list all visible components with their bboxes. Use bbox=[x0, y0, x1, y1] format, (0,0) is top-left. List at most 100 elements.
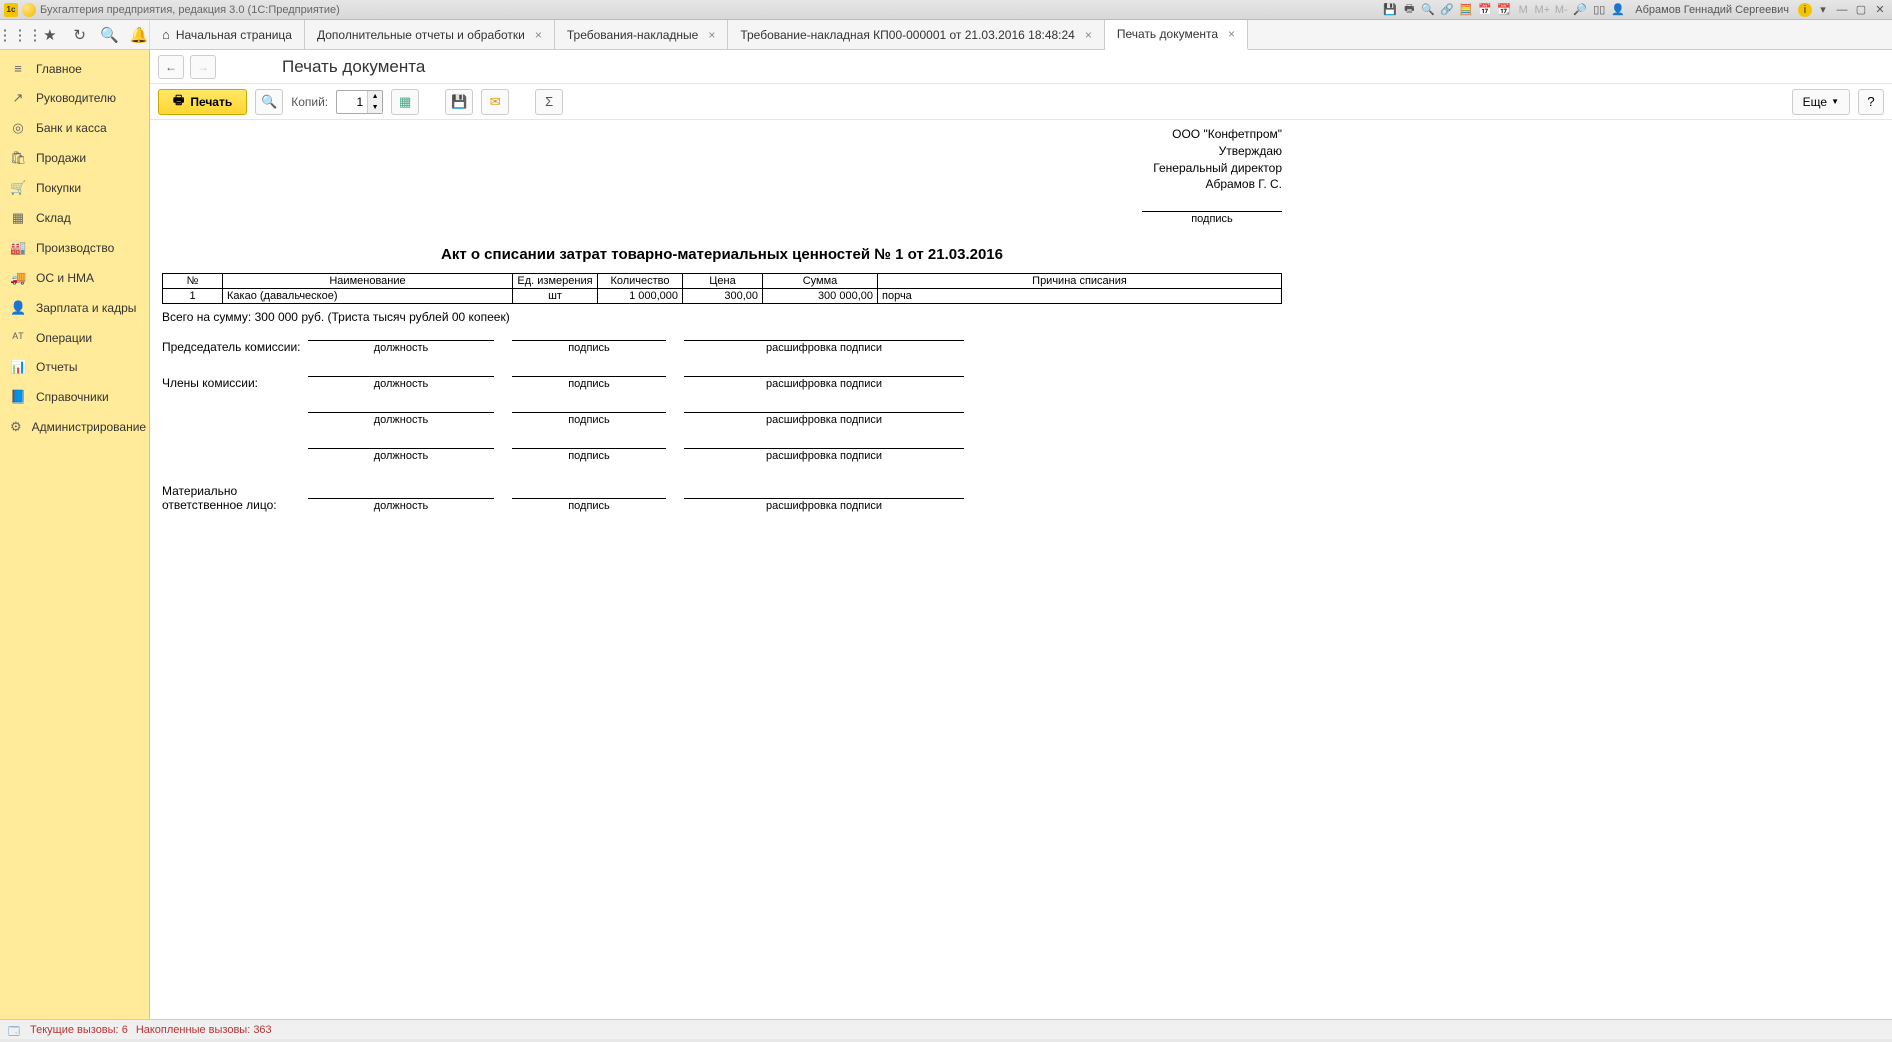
tabbar: ⋮⋮⋮ ★ ↻ 🔍 🔔 ⌂Начальная страницаДополните… bbox=[0, 20, 1892, 50]
chairman-label: Председатель комиссии: bbox=[162, 340, 308, 354]
titlebar: 1c Бухгалтерия предприятия, редакция 3.0… bbox=[0, 0, 1892, 20]
tab[interactable]: Дополнительные отчеты и обработки × bbox=[305, 20, 555, 49]
history-icon[interactable]: ↻ bbox=[70, 25, 90, 45]
star-icon[interactable]: ★ bbox=[40, 25, 60, 45]
close-icon[interactable]: × bbox=[708, 28, 715, 42]
table-row: 1Какао (давальческое)шт1 000,000300,0030… bbox=[163, 288, 1282, 303]
m3-icon[interactable]: M- bbox=[1553, 2, 1569, 18]
close-window-icon[interactable]: ✕ bbox=[1872, 2, 1888, 18]
sidebar-icon: ⚙ bbox=[10, 419, 22, 435]
minimize-icon[interactable]: — bbox=[1834, 2, 1850, 18]
doc-person: Абрамов Г. С. bbox=[162, 176, 1282, 193]
sidebar-item[interactable]: ≡Главное bbox=[0, 54, 149, 83]
members-label: Члены комиссии: bbox=[162, 376, 308, 390]
sidebar-label: Зарплата и кадры bbox=[36, 301, 136, 315]
sidebar-item[interactable]: 👤 Зарплата и кадры bbox=[0, 293, 149, 323]
status-calls: Текущие вызовы: 6 bbox=[30, 1024, 128, 1036]
spin-down-icon[interactable]: ▼ bbox=[368, 102, 382, 113]
search-icon[interactable]: 🔍 bbox=[100, 25, 120, 45]
th-price: Цена bbox=[683, 273, 763, 288]
content: ← → Печать документа 🖶 Печать 🔍 Копий: ▲… bbox=[150, 50, 1892, 1019]
save-icon[interactable]: 💾 bbox=[1382, 2, 1398, 18]
home-icon: ⌂ bbox=[162, 27, 170, 42]
link-icon[interactable]: 🔗 bbox=[1439, 2, 1455, 18]
bell-icon[interactable]: 🔔 bbox=[129, 25, 149, 45]
sidebar-item[interactable]: 📘Справочники bbox=[0, 382, 149, 412]
app-title: Бухгалтерия предприятия, редакция 3.0 (1… bbox=[40, 4, 340, 16]
doc-approve: Утверждаю bbox=[162, 143, 1282, 160]
calc-icon[interactable]: 🧮 bbox=[1458, 2, 1474, 18]
th-name: Наименование bbox=[223, 273, 513, 288]
close-icon[interactable]: × bbox=[1085, 28, 1092, 42]
sidebar-item[interactable]: 🚚ОС и НМА bbox=[0, 263, 149, 293]
m2-icon[interactable]: M+ bbox=[1534, 2, 1550, 18]
document-area[interactable]: ООО "Конфетпром" Утверждаю Генеральный д… bbox=[150, 120, 1892, 1019]
user-name[interactable]: Абрамов Геннадий Сергеевич bbox=[1635, 4, 1789, 16]
sidebar-item[interactable]: ▦Склад bbox=[0, 203, 149, 233]
tab[interactable]: Печать документа× bbox=[1105, 20, 1248, 50]
sidebar-item[interactable]: ᴬᵀОперации bbox=[0, 323, 149, 352]
th-reason: Причина списания bbox=[878, 273, 1282, 288]
sidebar-label: Администрирование bbox=[32, 420, 146, 434]
m-icon[interactable]: M bbox=[1515, 2, 1531, 18]
tab[interactable]: ⌂Начальная страница bbox=[150, 20, 305, 49]
sidebar-item[interactable]: 🛍 Продажи bbox=[0, 143, 149, 173]
spin-up-icon[interactable]: ▲ bbox=[368, 91, 382, 102]
date-icon[interactable]: 📆 bbox=[1496, 2, 1512, 18]
sidebar-icon: ≡ bbox=[10, 61, 26, 76]
tab[interactable]: Требования-накладные × bbox=[555, 20, 728, 49]
sidebar-icon: 🏭 bbox=[10, 240, 26, 256]
close-icon[interactable]: × bbox=[1228, 27, 1235, 41]
save-button[interactable]: 💾 bbox=[445, 89, 473, 115]
sidebar-label: Операции bbox=[36, 331, 92, 345]
sum-button[interactable]: Σ bbox=[535, 89, 563, 115]
sidebar-item[interactable]: 📊 Отчеты bbox=[0, 352, 149, 382]
print-button[interactable]: 🖶 Печать bbox=[158, 89, 247, 115]
apps-icon[interactable]: ⋮⋮⋮ bbox=[10, 25, 30, 45]
zoom-icon[interactable]: 🔎 bbox=[1572, 2, 1588, 18]
print-icon[interactable]: 🖶 bbox=[1401, 2, 1417, 18]
help-button[interactable]: ? bbox=[1858, 89, 1884, 115]
maximize-icon[interactable]: ▢ bbox=[1853, 2, 1869, 18]
sidebar-icon: ▦ bbox=[10, 210, 26, 226]
more-button[interactable]: Еще ▼ bbox=[1792, 89, 1850, 115]
sig-caption-top: подпись bbox=[1142, 211, 1282, 227]
edit-button[interactable]: ▦ bbox=[391, 89, 419, 115]
doc-title: Акт о списании затрат товарно-материальн… bbox=[162, 246, 1282, 263]
sidebar-label: Отчеты bbox=[36, 360, 77, 374]
tab-label: Требования-накладные bbox=[567, 28, 698, 42]
tab-label: Требование-накладная КП00-000001 от 21.0… bbox=[740, 28, 1075, 42]
sidebar-item[interactable]: ↗Руководителю bbox=[0, 83, 149, 113]
tab[interactable]: Требование-накладная КП00-000001 от 21.0… bbox=[728, 20, 1105, 49]
app-logo-icon: 1c bbox=[4, 3, 18, 17]
close-icon[interactable]: × bbox=[535, 28, 542, 42]
sidebar-icon: 👤 bbox=[10, 300, 26, 316]
doc-position: Генеральный директор bbox=[162, 160, 1282, 177]
forward-button[interactable]: → bbox=[190, 55, 216, 79]
info-icon[interactable]: i bbox=[1798, 3, 1812, 17]
calendar-icon[interactable]: 📅 bbox=[1477, 2, 1493, 18]
sidebar-item[interactable]: ◎Банк и касса bbox=[0, 113, 149, 143]
th-qty: Количество bbox=[598, 273, 683, 288]
preview-icon[interactable]: 🔍 bbox=[1420, 2, 1436, 18]
panel-icon[interactable]: ▯▯ bbox=[1591, 2, 1607, 18]
sidebar-item[interactable]: 🛒Покупки bbox=[0, 173, 149, 203]
app-circle-icon bbox=[22, 3, 36, 17]
status-icon: 🗔 bbox=[8, 1023, 22, 1037]
dropdown-icon[interactable]: ▾ bbox=[1815, 2, 1831, 18]
sidebar-label: Покупки bbox=[36, 181, 81, 195]
copies-input[interactable] bbox=[337, 95, 367, 109]
status-acc: Накопленные вызовы: 363 bbox=[136, 1024, 272, 1036]
back-button[interactable]: ← bbox=[158, 55, 184, 79]
tab-label: Дополнительные отчеты и обработки bbox=[317, 28, 525, 42]
sidebar-item[interactable]: 🏭Производство bbox=[0, 233, 149, 263]
mail-button[interactable]: ✉ bbox=[481, 89, 509, 115]
sidebar-icon: 🚚 bbox=[10, 270, 26, 286]
preview-button[interactable]: 🔍 bbox=[255, 89, 283, 115]
sidebar-item[interactable]: ⚙ Администрирование bbox=[0, 412, 149, 442]
responsible-label: Материально ответственное лицо: bbox=[162, 484, 308, 512]
copies-spinner[interactable]: ▲ ▼ bbox=[336, 90, 383, 114]
sidebar-label: Продажи bbox=[36, 151, 86, 165]
sidebar-icon: 📊 bbox=[10, 359, 26, 375]
sidebar-icon: 🛍 bbox=[10, 150, 26, 166]
